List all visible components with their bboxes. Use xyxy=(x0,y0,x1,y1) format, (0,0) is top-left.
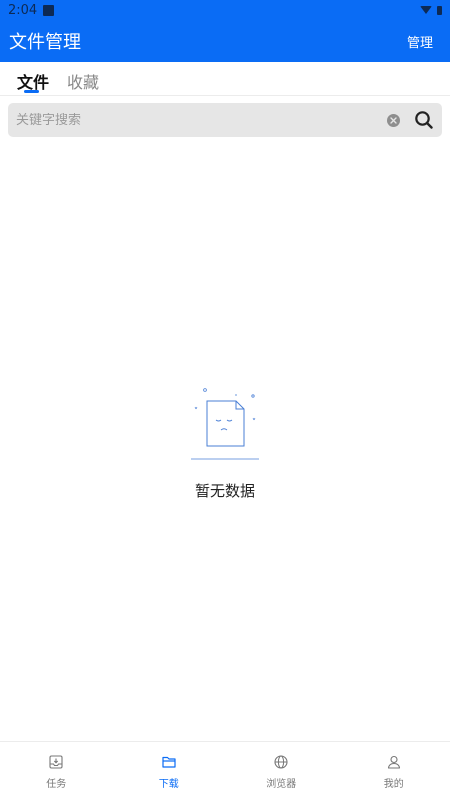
clear-icon[interactable] xyxy=(387,113,400,127)
nav-label-download: 下载 xyxy=(158,779,179,790)
status-time: 2:04 xyxy=(8,2,38,18)
notification-icon xyxy=(43,4,55,16)
search-input[interactable] xyxy=(16,112,387,128)
folder-icon xyxy=(162,756,176,768)
inbox-icon xyxy=(49,755,63,769)
globe-icon xyxy=(274,755,288,769)
page-title: 文件管理 xyxy=(9,32,81,53)
manage-button[interactable]: 管理 xyxy=(403,28,441,55)
search-bar xyxy=(8,103,442,137)
empty-state-text: 暂无数据 xyxy=(194,482,255,500)
status-bar: 2:04 xyxy=(0,0,450,20)
tab-favorites[interactable]: 收藏 xyxy=(67,62,99,95)
nav-item-browser[interactable]: 浏览器 xyxy=(225,742,338,800)
empty-document-icon xyxy=(191,388,259,460)
user-icon xyxy=(387,755,400,769)
bottom-nav: 任务 下载 浏览器 我的 xyxy=(0,741,450,800)
tab-bar: 文件 收藏 xyxy=(0,62,450,96)
app-bar: 文件管理 管理 xyxy=(0,20,450,62)
empty-state: 暂无数据 xyxy=(0,385,450,501)
battery-icon xyxy=(437,5,442,15)
nav-item-mine[interactable]: 我的 xyxy=(338,742,450,800)
nav-item-download[interactable]: 下载 xyxy=(113,742,226,800)
tab-files[interactable]: 文件 xyxy=(17,62,49,95)
wifi-icon xyxy=(420,6,432,14)
nav-item-tasks[interactable]: 任务 xyxy=(0,742,113,800)
status-icons xyxy=(420,5,442,15)
nav-label-mine: 我的 xyxy=(383,779,404,790)
search-icon[interactable] xyxy=(414,110,434,130)
nav-label-tasks: 任务 xyxy=(46,779,67,790)
nav-label-browser: 浏览器 xyxy=(266,779,297,790)
